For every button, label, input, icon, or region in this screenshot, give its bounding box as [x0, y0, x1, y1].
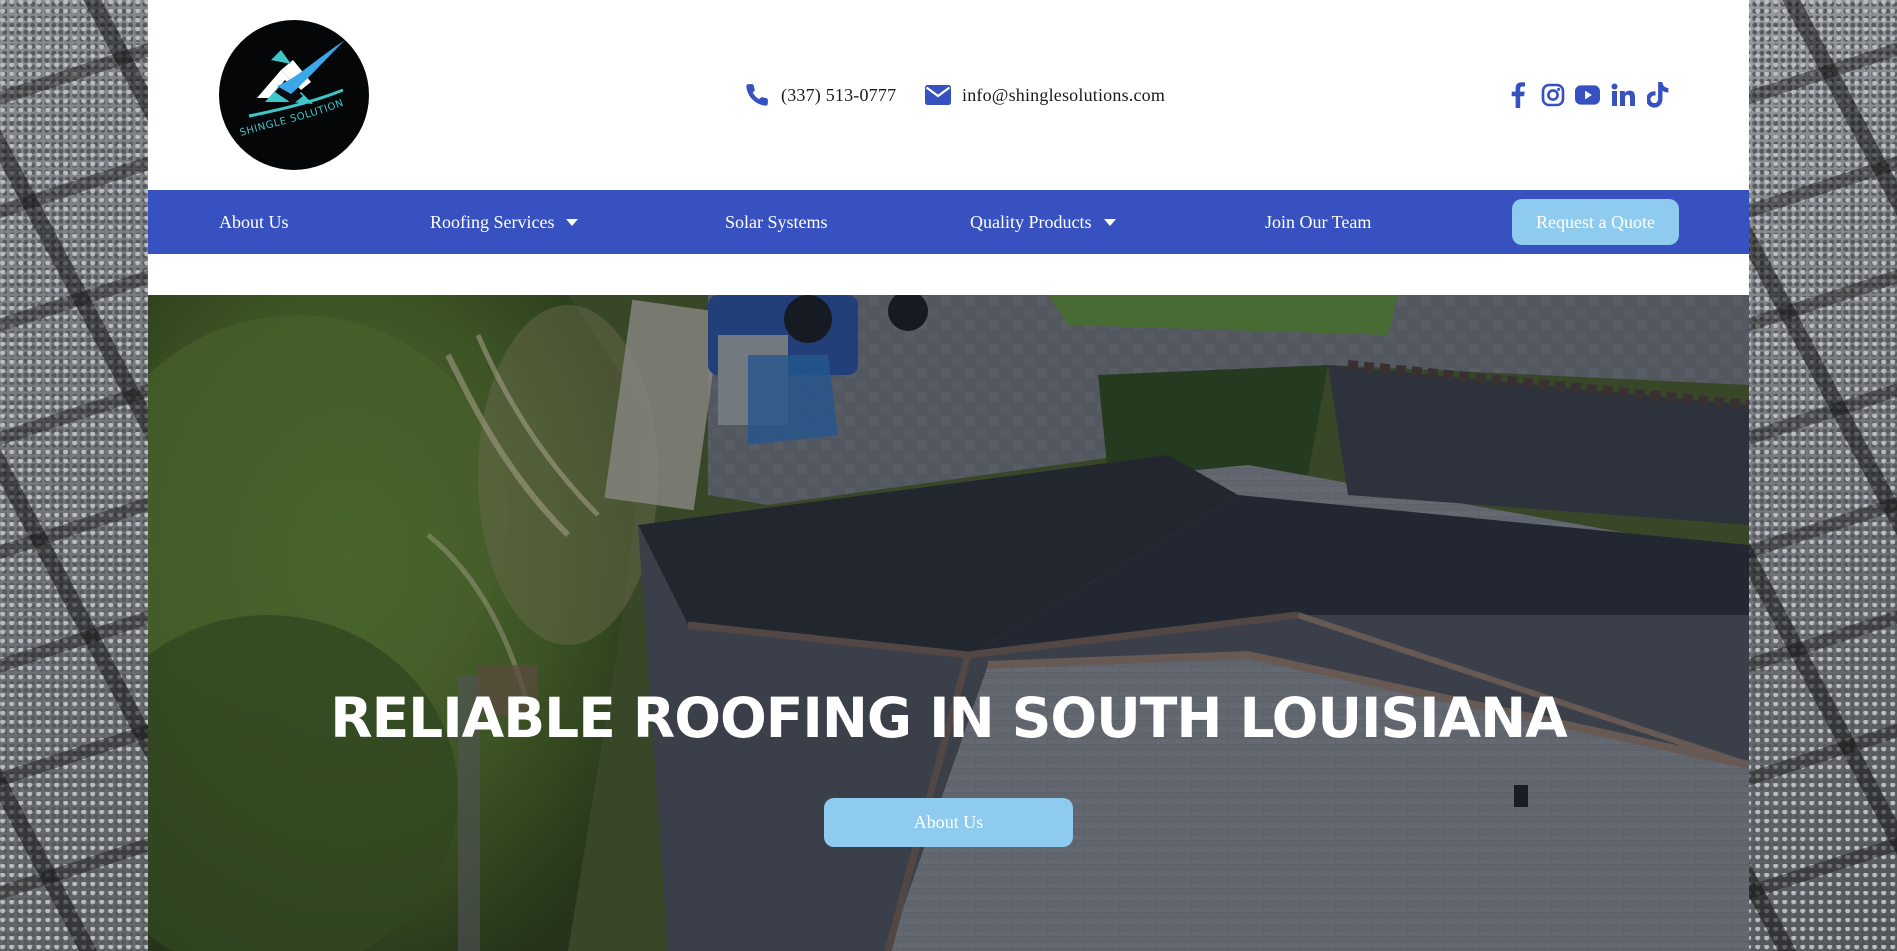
hero-overlay — [148, 295, 1749, 951]
nav-solar-systems-label: Solar Systems — [725, 211, 828, 232]
nav-quality-products[interactable]: Quality Products — [970, 190, 1116, 254]
top-header: SHINGLE SOLUTIONS, LLC (337) 513-0777 in… — [148, 0, 1749, 190]
chevron-down-icon — [566, 218, 579, 226]
company-logo[interactable]: SHINGLE SOLUTIONS, LLC — [219, 20, 369, 170]
request-quote-button[interactable]: Request a Quote — [1512, 199, 1679, 245]
phone-icon — [743, 81, 771, 109]
instagram-icon[interactable] — [1540, 80, 1565, 110]
nav-quality-products-label: Quality Products — [970, 211, 1092, 232]
linkedin-icon[interactable] — [1610, 80, 1635, 110]
chevron-down-icon — [1103, 218, 1116, 226]
facebook-icon[interactable] — [1505, 80, 1530, 110]
hero-about-us-button[interactable]: About Us — [824, 798, 1073, 847]
logo-graphic: SHINGLE SOLUTIONS, LLC — [219, 20, 345, 139]
nav-join-our-team-label: Join Our Team — [1265, 211, 1372, 232]
main-navigation: About Us Roofing Services Solar Systems … — [148, 190, 1749, 254]
hero-section: RELIABLE ROOFING IN SOUTH LOUISIANA Abou… — [148, 295, 1749, 951]
phone-number[interactable]: (337) 513-0777 — [781, 85, 896, 106]
phone-contact[interactable]: (337) 513-0777 — [743, 78, 896, 112]
nav-about-us[interactable]: About Us — [219, 190, 289, 254]
tiktok-icon[interactable] — [1645, 80, 1670, 110]
email-address[interactable]: info@shinglesolutions.com — [962, 85, 1165, 106]
email-contact[interactable]: info@shinglesolutions.com — [924, 78, 1165, 112]
page-container: SHINGLE SOLUTIONS, LLC (337) 513-0777 in… — [148, 0, 1749, 951]
nav-about-us-label: About Us — [219, 211, 289, 232]
social-links — [1505, 80, 1670, 110]
hero-title: RELIABLE ROOFING IN SOUTH LOUISIANA — [330, 686, 1567, 750]
nav-join-our-team[interactable]: Join Our Team — [1265, 190, 1371, 254]
youtube-icon[interactable] — [1575, 80, 1600, 110]
envelope-icon — [924, 81, 952, 109]
nav-roofing-services[interactable]: Roofing Services — [430, 190, 579, 254]
nav-roofing-services-label: Roofing Services — [430, 211, 555, 232]
nav-solar-systems[interactable]: Solar Systems — [725, 190, 828, 254]
